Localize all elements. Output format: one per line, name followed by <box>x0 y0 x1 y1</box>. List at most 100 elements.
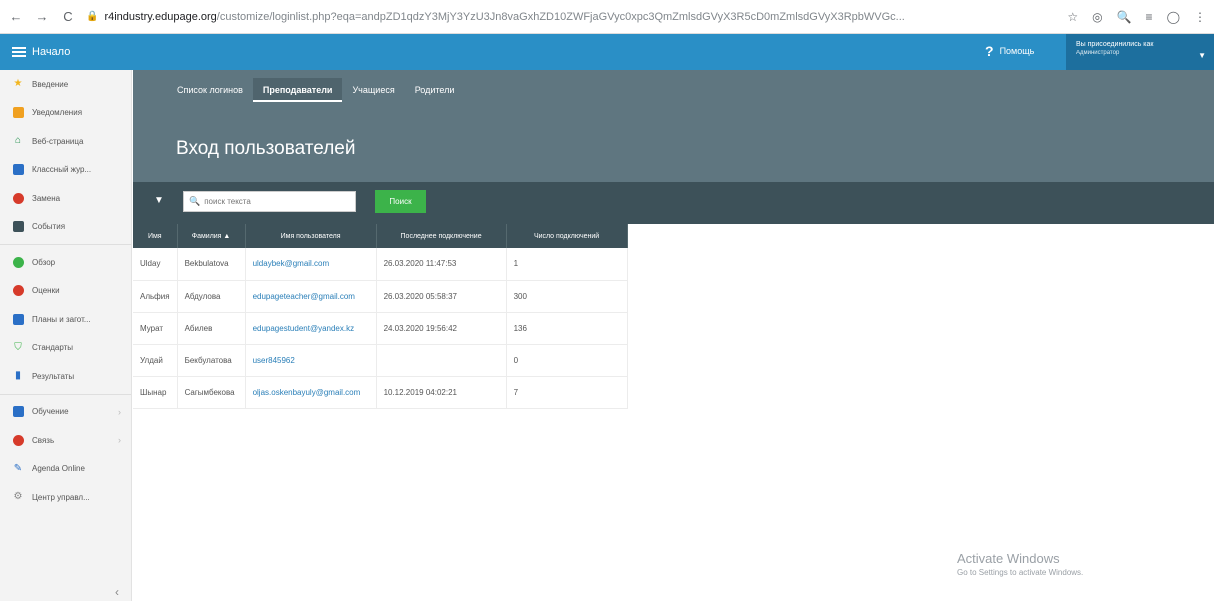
cell-login-count: 1 <box>506 248 628 281</box>
cell-username-link[interactable]: user845962 <box>245 344 377 377</box>
sidebar-item-label: Оценки <box>32 286 60 296</box>
sidebar-item-overview[interactable]: Обзор <box>0 248 131 277</box>
tab-parents[interactable]: Родители <box>405 78 465 102</box>
sidebar-item-control-center[interactable]: ⚙ Центр управл... <box>0 483 131 512</box>
table-row: Альфия Абдулова edupageteacher@gmail.com… <box>133 280 628 313</box>
overview-icon <box>12 256 24 268</box>
cell-last-login: 24.03.2020 19:56:42 <box>376 312 507 345</box>
sidebar-item-events[interactable]: События <box>0 213 131 242</box>
content-header: Список логинов Преподаватели Учащиеся Ро… <box>133 70 1214 182</box>
home-menu-button[interactable]: Начало <box>0 34 70 70</box>
pen-icon: ✎ <box>13 462 23 474</box>
search-extension-icon[interactable]: 🔍 <box>1117 10 1132 24</box>
notification-icon <box>12 107 24 119</box>
sidebar-item-label: Agenda Online <box>32 464 85 474</box>
column-header-last-login[interactable]: Последнее подключение <box>376 224 507 248</box>
help-label: Помощь <box>999 46 1035 56</box>
watermark-subtitle: Go to Settings to activate Windows. <box>957 568 1084 577</box>
sidebar-item-agenda[interactable]: ✎ Agenda Online <box>0 455 131 484</box>
grades-icon <box>12 285 24 297</box>
sidebar-item-gradebook[interactable]: Классный жур... <box>0 156 131 185</box>
page-title: Вход пользователей <box>176 138 356 159</box>
sidebar-item-label: Классный жур... <box>32 165 92 175</box>
cell-first-name: Улдай <box>133 344 178 377</box>
shield-extension-icon[interactable]: ◎ <box>1092 10 1102 24</box>
url-path: /customize/loginlist.php?eqa=andpZD1qdzY… <box>216 10 905 23</box>
home-label: Начало <box>32 46 71 58</box>
search-input[interactable] <box>204 197 345 206</box>
table-header-row: Имя Фамилия ▲ Имя пользователя Последнее… <box>133 224 628 248</box>
chevron-right-icon: › <box>118 406 121 417</box>
sidebar-item-grades[interactable]: Оценки <box>0 277 131 306</box>
sidebar-item-results[interactable]: ▮ Результаты <box>0 362 131 391</box>
bookmark-star-icon[interactable]: ☆ <box>1067 10 1078 24</box>
cell-login-count: 300 <box>506 280 628 313</box>
cell-first-name: Мурат <box>133 312 178 345</box>
sidebar-item-label: Обзор <box>32 257 56 267</box>
sidebar: ★ Введение Уведомления ⌂ Веб-страница Клас… <box>0 70 132 601</box>
sidebar-item-plans[interactable]: Планы и загот... <box>0 305 131 334</box>
calendar-icon <box>12 221 24 233</box>
search-button[interactable]: Поиск <box>375 190 426 213</box>
account-menu[interactable]: Вы присоединились как Администратор ▼ <box>1066 34 1214 70</box>
sidebar-item-label: Обучение <box>32 407 69 417</box>
sidebar-divider <box>0 244 131 245</box>
gear-icon: ⚙ <box>13 491 23 503</box>
column-header-login-count[interactable]: Число подключений <box>506 224 628 248</box>
sidebar-item-substitution[interactable]: Замена <box>0 184 131 213</box>
chevron-down-icon: ▼ <box>1198 51 1206 60</box>
help-button[interactable]: ? Помощь <box>985 43 1034 59</box>
profile-icon[interactable]: ◯ <box>1167 10 1180 24</box>
cell-username-link[interactable]: oljas.oskenbayuly@gmail.com <box>245 376 377 409</box>
column-header-username[interactable]: Имя пользователя <box>245 224 377 248</box>
table-row: Ulday Bekbulatova uldaybek@gmail.com 26.… <box>133 248 628 281</box>
tab-teachers[interactable]: Преподаватели <box>252 78 343 102</box>
sidebar-item-webpage[interactable]: ⌂ Веб-страница <box>0 127 131 156</box>
home-icon: ⌂ <box>14 135 22 147</box>
cell-last-login: 10.12.2019 04:02:21 <box>376 376 507 409</box>
sidebar-item-learning[interactable]: Обучение › <box>0 398 131 427</box>
cell-last-name: Абдулова <box>177 280 246 313</box>
back-icon[interactable]: ← <box>8 9 24 25</box>
search-box[interactable]: 🔍 <box>183 191 356 212</box>
filter-icon[interactable]: ▼ <box>154 195 164 206</box>
users-table: Имя Фамилия ▲ Имя пользователя Последнее… <box>133 224 628 409</box>
table-row: Мурат Абилев edupagestudent@yandex.kz 24… <box>133 312 628 345</box>
cell-last-name: Сагымбекова <box>177 376 246 409</box>
sidebar-item-label: Стандарты <box>32 343 74 353</box>
activate-windows-watermark: Activate Windows Go to Settings to activ… <box>957 551 1083 577</box>
tab-bar: Список логинов Преподаватели Учащиеся Ро… <box>167 78 464 102</box>
filter-bar: ▼ 🔍 Поиск <box>133 182 1214 224</box>
column-header-last-name[interactable]: Фамилия ▲ <box>177 224 246 248</box>
shield-icon: ⛉ <box>14 341 22 353</box>
sidebar-item-intro[interactable]: ★ Введение <box>0 70 131 99</box>
cell-login-count: 136 <box>506 312 628 345</box>
sidebar-item-notifications[interactable]: Уведомления <box>0 99 131 128</box>
cell-username-link[interactable]: edupageteacher@gmail.com <box>245 280 377 313</box>
bar-chart-icon: ▮ <box>15 370 21 382</box>
cell-username-link[interactable]: uldaybek@gmail.com <box>245 248 377 281</box>
reader-icon[interactable]: ≡ <box>1146 10 1153 24</box>
url-host: r4industry.edupage.org <box>104 10 217 23</box>
forward-icon[interactable]: → <box>34 9 50 25</box>
table-row: Улдай Бекбулатова user845962 0 <box>133 344 628 377</box>
hamburger-icon <box>12 47 26 57</box>
column-header-first-name[interactable]: Имя <box>133 224 178 248</box>
cell-last-name: Bekbulatova <box>177 248 246 281</box>
sidebar-item-standards[interactable]: ⛉ Стандарты <box>0 334 131 363</box>
more-menu-icon[interactable]: ⋮ <box>1194 10 1206 24</box>
login-as-text: Вы присоединились как <box>1076 41 1154 48</box>
search-icon: 🔍 <box>189 196 201 206</box>
reload-icon[interactable]: C <box>60 9 76 25</box>
tab-login-list[interactable]: Список логинов <box>167 78 253 102</box>
star-icon: ★ <box>13 78 23 90</box>
cell-login-count: 7 <box>506 376 628 409</box>
sidebar-item-communication[interactable]: Связь › <box>0 426 131 455</box>
tab-students[interactable]: Учащиеся <box>342 78 404 102</box>
sidebar-item-label: Планы и загот... <box>32 314 91 324</box>
login-role: Администратор <box>1076 50 1120 56</box>
collapse-sidebar-icon[interactable]: ‹ <box>115 585 119 599</box>
cell-username-link[interactable]: edupagestudent@yandex.kz <box>245 312 377 345</box>
address-bar[interactable]: 🔒 r4industry.edupage.org /customize/logi… <box>86 6 1051 28</box>
cell-last-login: 26.03.2020 05:58:37 <box>376 280 507 313</box>
